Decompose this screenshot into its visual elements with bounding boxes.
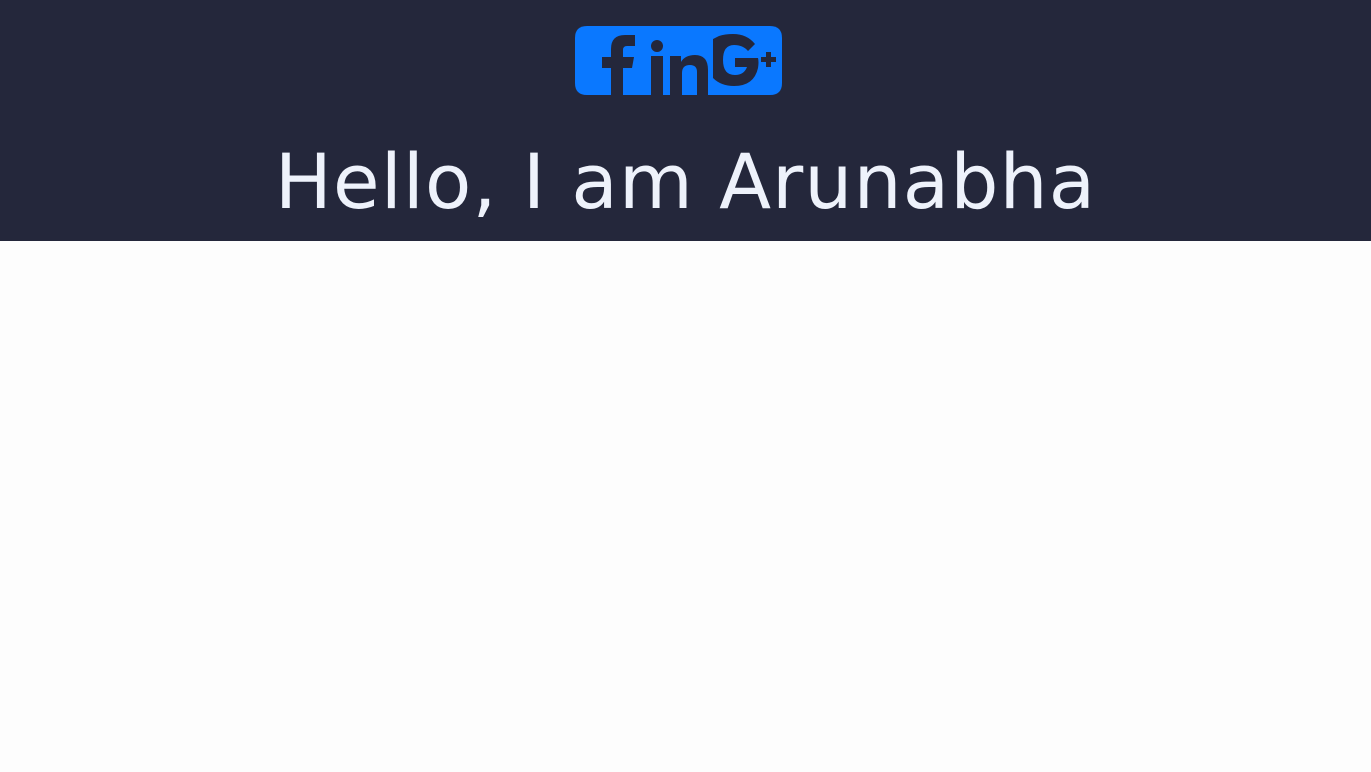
social-links xyxy=(575,26,782,95)
google-plus-link[interactable] xyxy=(713,26,782,95)
main-content xyxy=(0,241,1371,772)
header-banner: Hello, I am Arunabha xyxy=(0,0,1371,241)
page-title: Hello, I am Arunabha xyxy=(274,137,1097,226)
facebook-link[interactable] xyxy=(575,26,644,95)
linkedin-link[interactable] xyxy=(644,26,713,95)
linkedin-icon xyxy=(644,26,713,95)
facebook-icon xyxy=(575,26,644,95)
google-plus-icon xyxy=(713,26,782,95)
